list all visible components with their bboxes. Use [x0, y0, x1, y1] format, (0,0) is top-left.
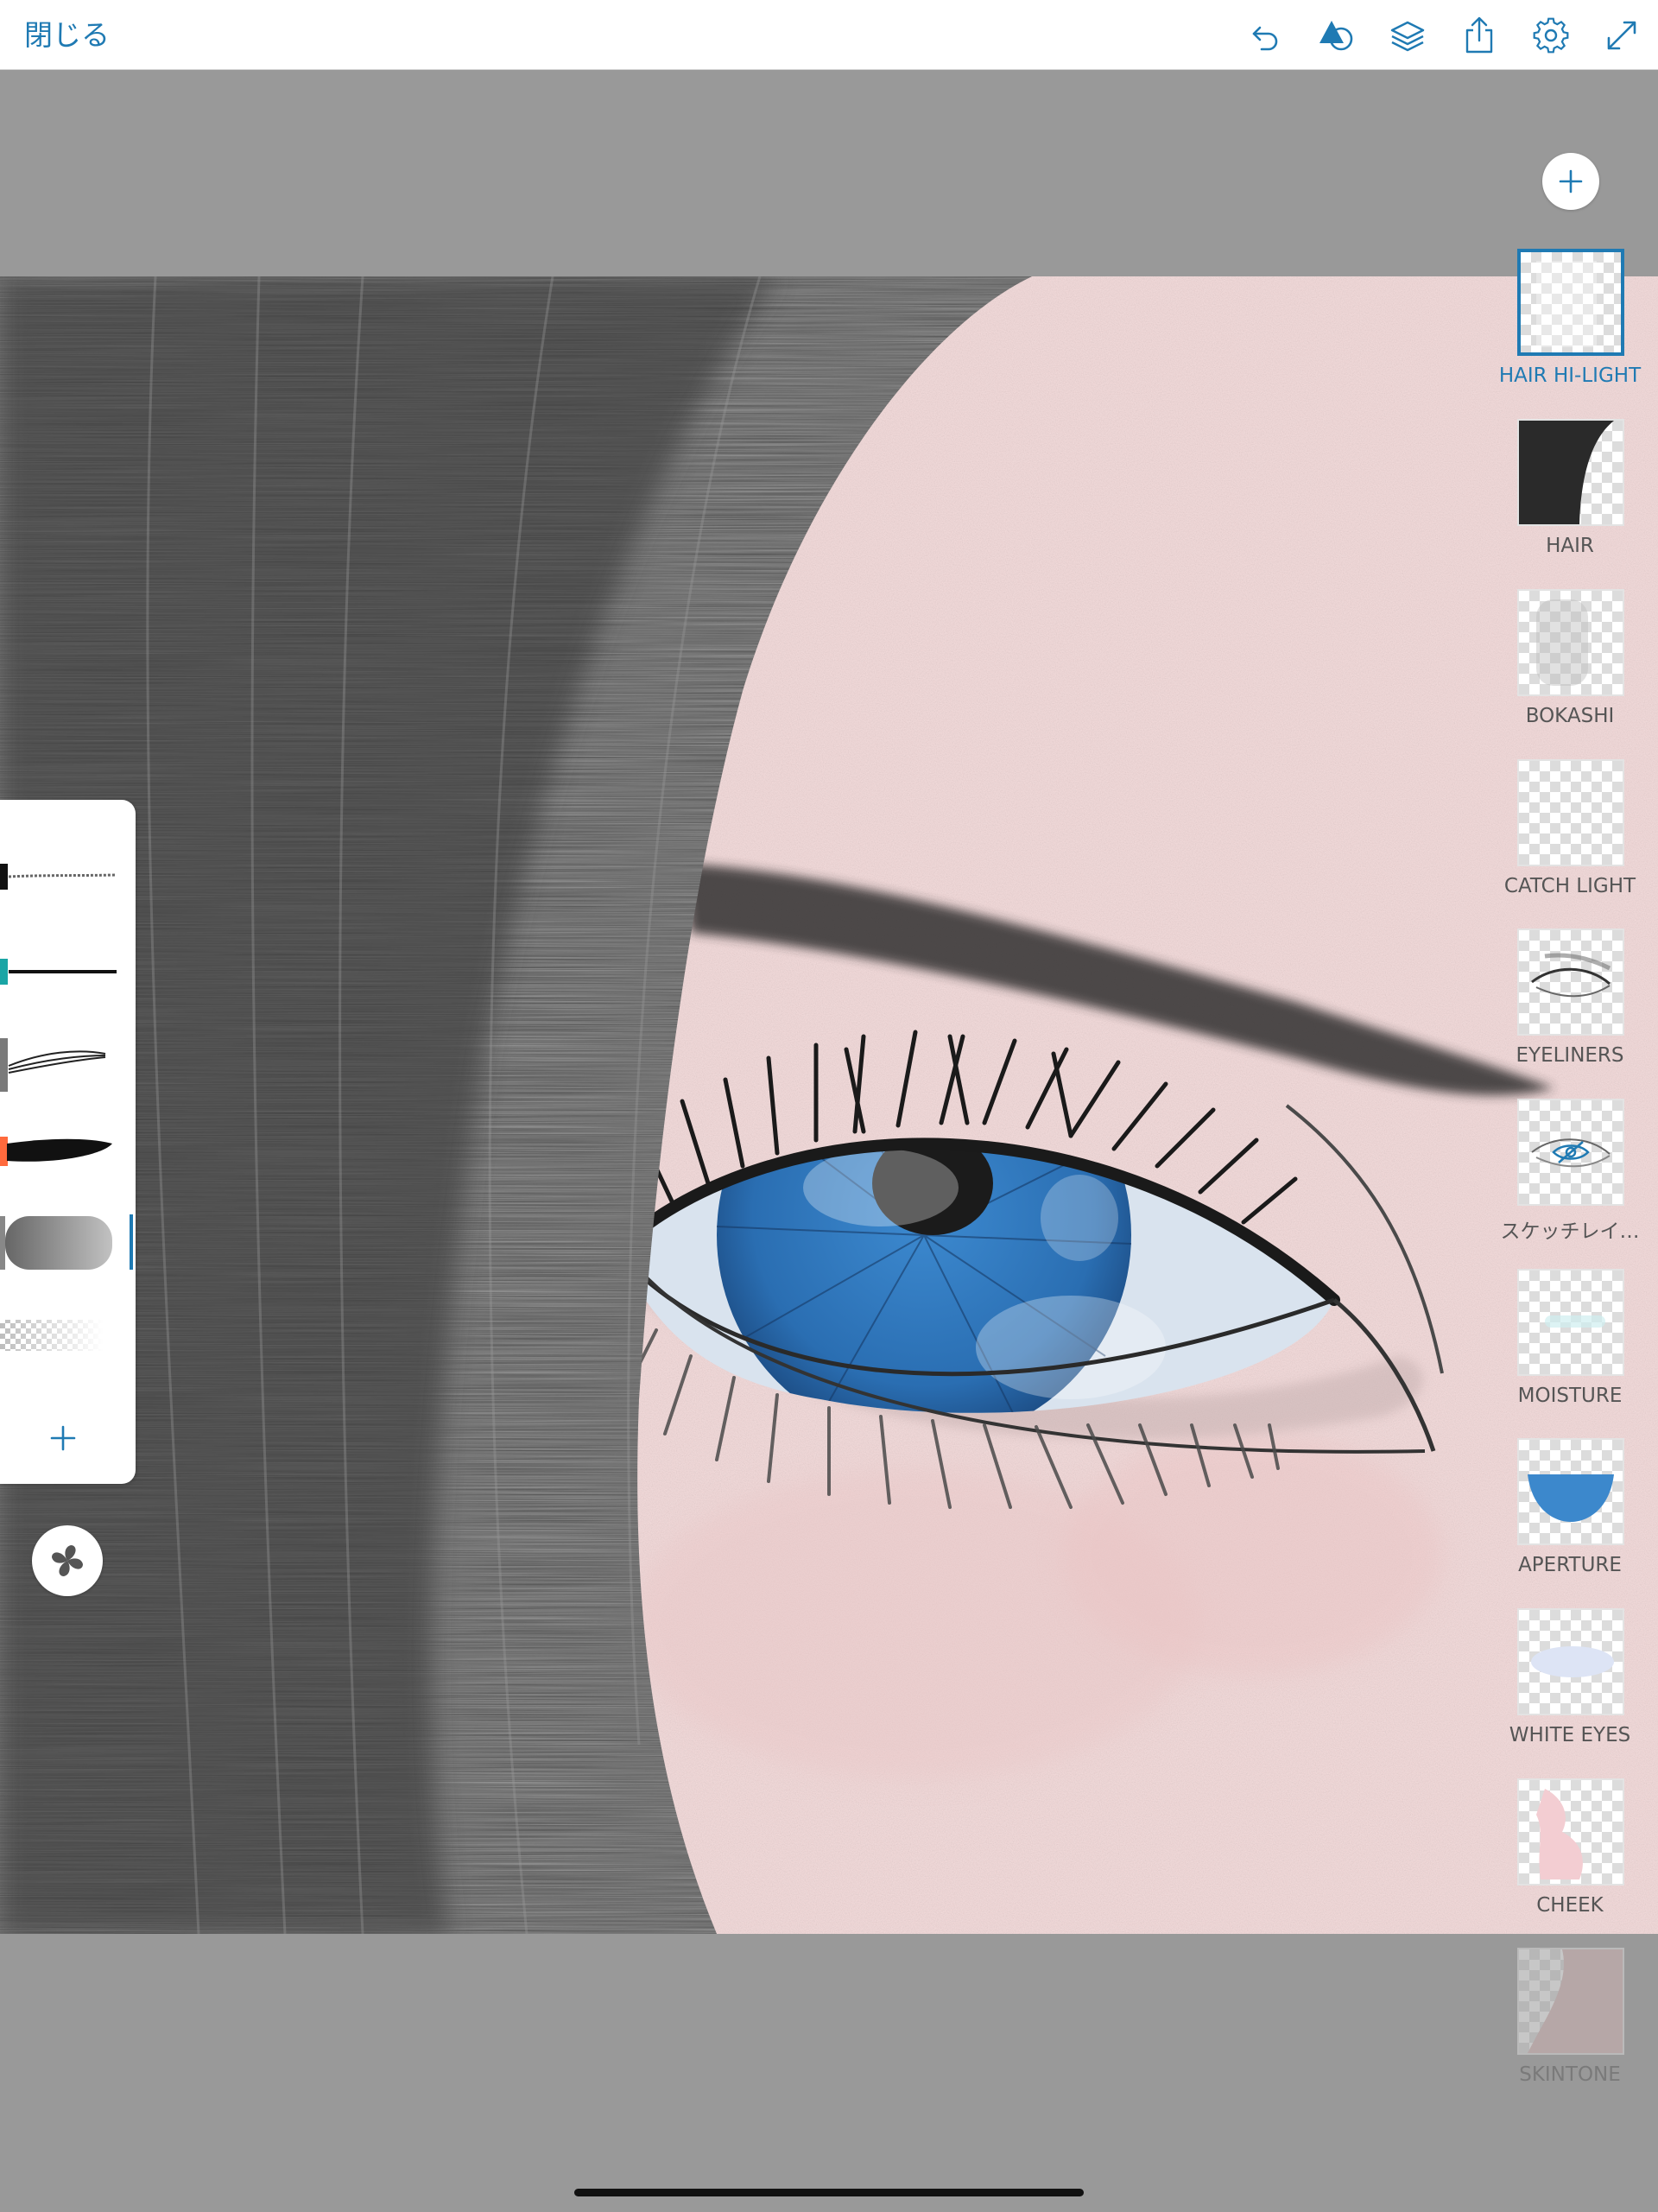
brush-paint[interactable] — [0, 1107, 136, 1194]
plus-icon — [50, 1425, 76, 1451]
fullscreen-button[interactable] — [1602, 16, 1642, 55]
layer-name: MOISTURE — [1517, 1385, 1623, 1407]
layer-name: CHEEK — [1536, 1894, 1604, 1917]
eye-hidden-icon[interactable] — [1552, 1141, 1590, 1163]
layer-thumbnail — [1517, 1438, 1624, 1545]
layer-name: APERTURE — [1518, 1554, 1622, 1576]
layer-name: EYELINERS — [1516, 1044, 1624, 1067]
layer-sketch[interactable]: スケッチレイ… — [1485, 1099, 1655, 1263]
layer-thumbnail — [1517, 759, 1624, 866]
brush-sketch[interactable] — [0, 1017, 136, 1104]
layer-thumbnail — [1517, 249, 1624, 356]
pinwheel-icon — [52, 1545, 83, 1576]
brush-pencil[interactable] — [0, 833, 136, 919]
shapes-icon — [1319, 21, 1353, 51]
layer-name: HAIR — [1546, 535, 1594, 557]
layer-thumbnail — [1517, 1778, 1624, 1886]
add-brush-button[interactable] — [35, 1410, 92, 1467]
layer-eyeliners[interactable]: EYELINERS — [1485, 929, 1655, 1093]
layer-catch-light[interactable]: CATCH LIGHT — [1485, 759, 1655, 923]
brush-eraser[interactable] — [0, 1292, 136, 1379]
brush-panel — [0, 800, 136, 1484]
layers-icon — [1390, 21, 1425, 52]
gear-icon — [1533, 17, 1569, 54]
layer-hair[interactable]: HAIR — [1485, 419, 1655, 583]
settings-button[interactable] — [1531, 16, 1571, 55]
layer-name: スケッチレイ… — [1500, 1220, 1640, 1243]
undo-icon — [1252, 26, 1278, 51]
layer-white-eyes[interactable]: WHITE EYES — [1485, 1608, 1655, 1772]
close-button[interactable]: 閉じる — [24, 16, 110, 55]
drawing-canvas[interactable] — [0, 276, 1658, 1934]
layer-aperture[interactable]: APERTURE — [1485, 1438, 1655, 1602]
layer-name: HAIR HI-LIGHT — [1498, 364, 1642, 387]
layer-name: SKINTONE — [1519, 2063, 1621, 2086]
layer-name: BOKASHI — [1525, 705, 1615, 727]
layer-name: CATCH LIGHT — [1503, 875, 1636, 897]
layer-thumbnail — [1517, 589, 1624, 696]
layer-hair-hi-light[interactable]: HAIR HI-LIGHT — [1485, 249, 1655, 413]
layer-thumbnail — [1517, 1099, 1624, 1206]
layer-thumbnail — [1517, 419, 1624, 526]
layer-skintone[interactable]: SKINTONE — [1485, 1948, 1655, 2112]
share-button[interactable] — [1459, 16, 1499, 55]
layer-thumbnail — [1517, 1948, 1624, 2055]
share-icon — [1465, 16, 1493, 54]
top-toolbar: 閉じる — [0, 0, 1658, 70]
expand-icon — [1607, 21, 1636, 50]
undo-button[interactable] — [1246, 16, 1286, 55]
plus-icon — [1559, 169, 1583, 193]
layer-moisture[interactable]: MOISTURE — [1485, 1269, 1655, 1433]
brush-ink-pen[interactable] — [0, 928, 136, 1014]
layer-thumbnail — [1517, 929, 1624, 1036]
add-layer-button[interactable] — [1542, 153, 1599, 210]
layer-bokashi[interactable]: BOKASHI — [1485, 589, 1655, 753]
color-picker-button[interactable] — [32, 1525, 103, 1596]
artwork — [0, 276, 1658, 1934]
layers-button[interactable] — [1388, 16, 1427, 55]
layer-name: WHITE EYES — [1509, 1724, 1631, 1746]
brush-soft[interactable] — [0, 1197, 136, 1283]
layer-thumbnail — [1517, 1269, 1624, 1376]
layer-thumbnail — [1517, 1608, 1624, 1715]
layer-cheek[interactable]: CHEEK — [1485, 1778, 1655, 1943]
home-indicator[interactable] — [574, 2189, 1084, 2196]
shapes-button[interactable] — [1317, 16, 1357, 55]
